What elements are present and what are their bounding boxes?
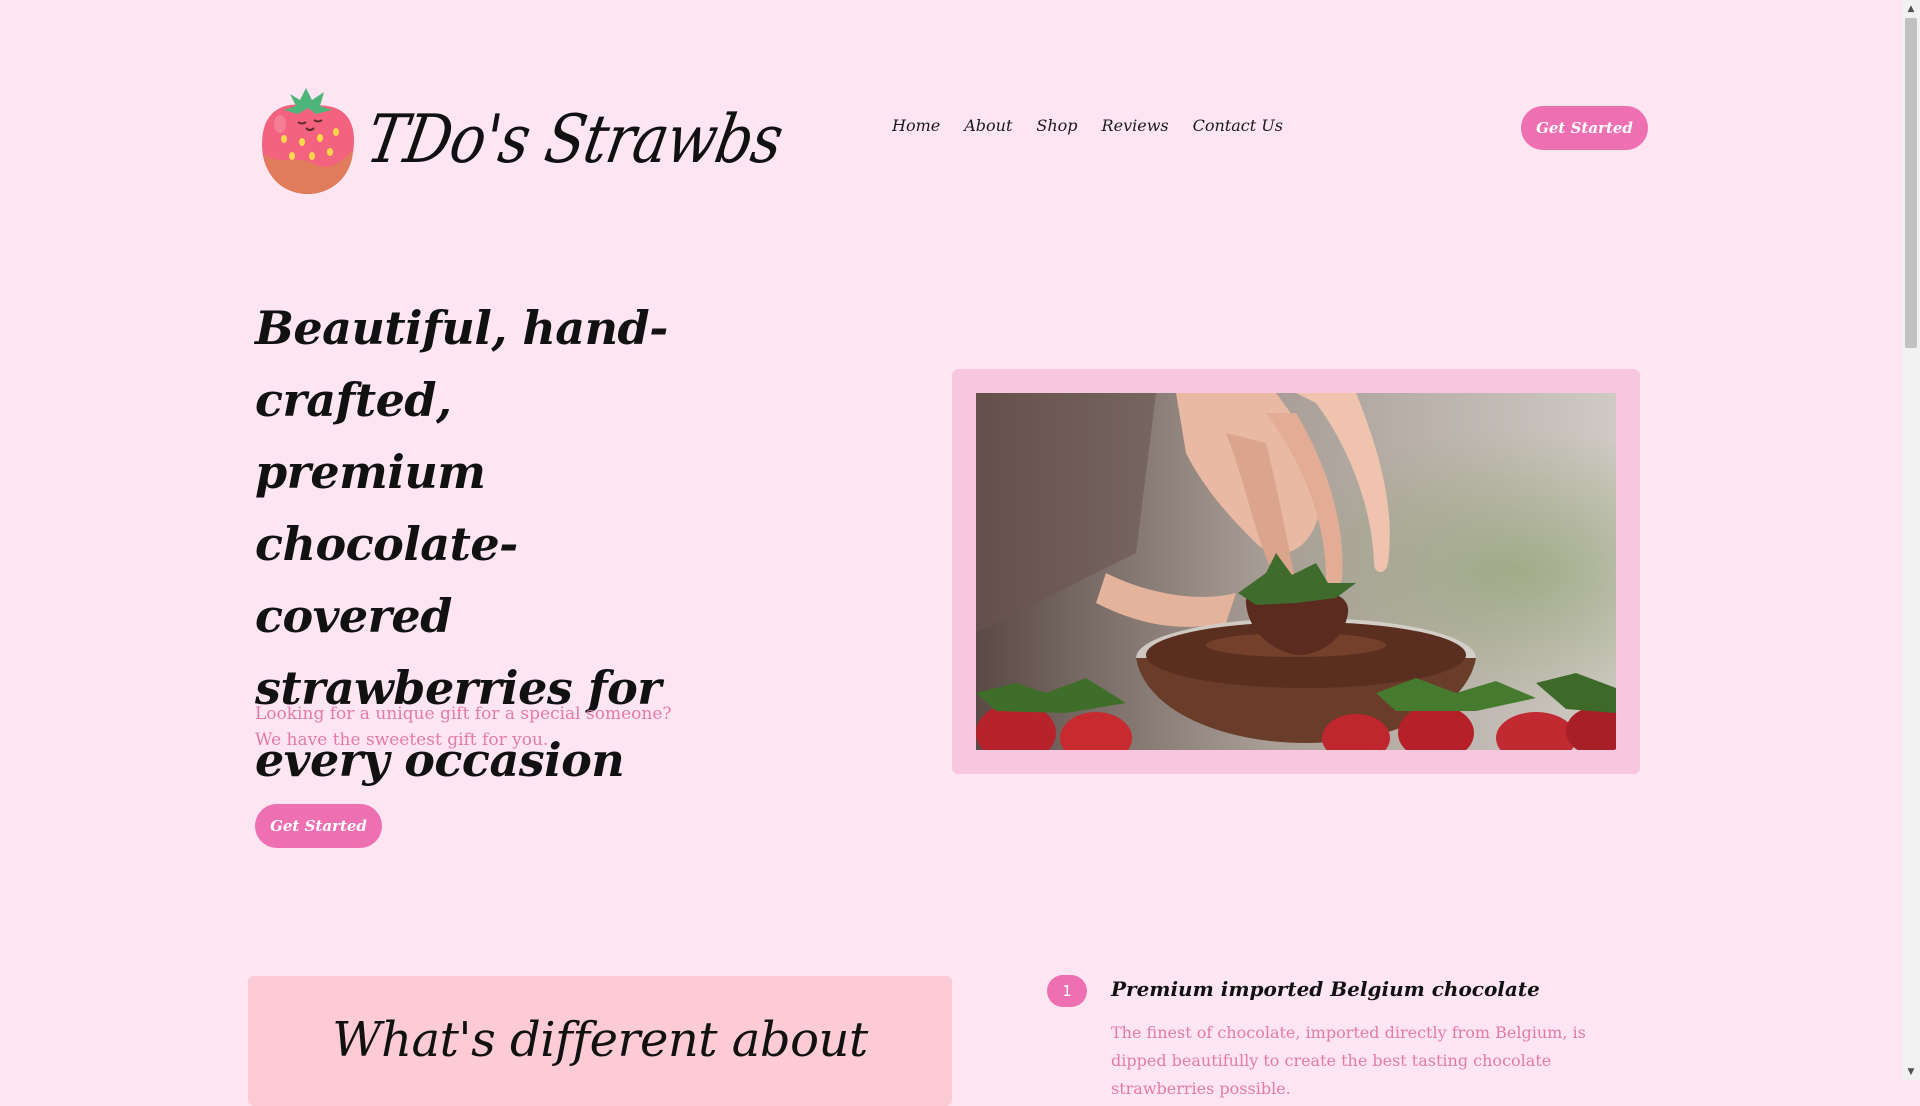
scrollbar-thumb[interactable] [1905, 18, 1917, 348]
feature-description: The finest of chocolate, imported direct… [1111, 1023, 1586, 1098]
vertical-scrollbar[interactable]: ▲ ▼ [1902, 0, 1920, 1080]
difference-title: What's different about [332, 1012, 868, 1068]
strawberry-icon [262, 88, 354, 194]
hero-video[interactable] [976, 393, 1616, 750]
nav-item-reviews[interactable]: Reviews [1102, 116, 1169, 135]
hero-media-frame [952, 369, 1640, 774]
hero-subtitle: Looking for a unique gift for a special … [255, 704, 672, 750]
chocolate-dipping-image [976, 393, 1616, 750]
main-nav: Home About Shop Reviews Contact Us [892, 116, 1307, 135]
feature-number-badge: 1 [1047, 975, 1087, 1007]
brand-logo[interactable]: TDo's Strawbs [258, 84, 788, 196]
brand-name: TDo's Strawbs [361, 99, 789, 179]
nav-item-home[interactable]: Home [892, 116, 940, 135]
feature-title: Premium imported Belgium chocolate [1111, 977, 1540, 1001]
page: TDo's Strawbs Home About Shop Reviews Co… [0, 0, 1902, 1106]
hero-get-started-button[interactable]: Get Started [255, 804, 382, 848]
nav-item-shop[interactable]: Shop [1036, 116, 1077, 135]
scroll-up-arrow-icon[interactable]: ▲ [1902, 0, 1920, 17]
difference-card: What's different about [248, 976, 952, 1106]
scroll-down-arrow-icon[interactable]: ▼ [1902, 1063, 1920, 1080]
nav-item-about[interactable]: About [964, 116, 1012, 135]
header-get-started-button[interactable]: Get Started [1521, 106, 1648, 150]
nav-item-contact-us[interactable]: Contact Us [1193, 116, 1283, 135]
